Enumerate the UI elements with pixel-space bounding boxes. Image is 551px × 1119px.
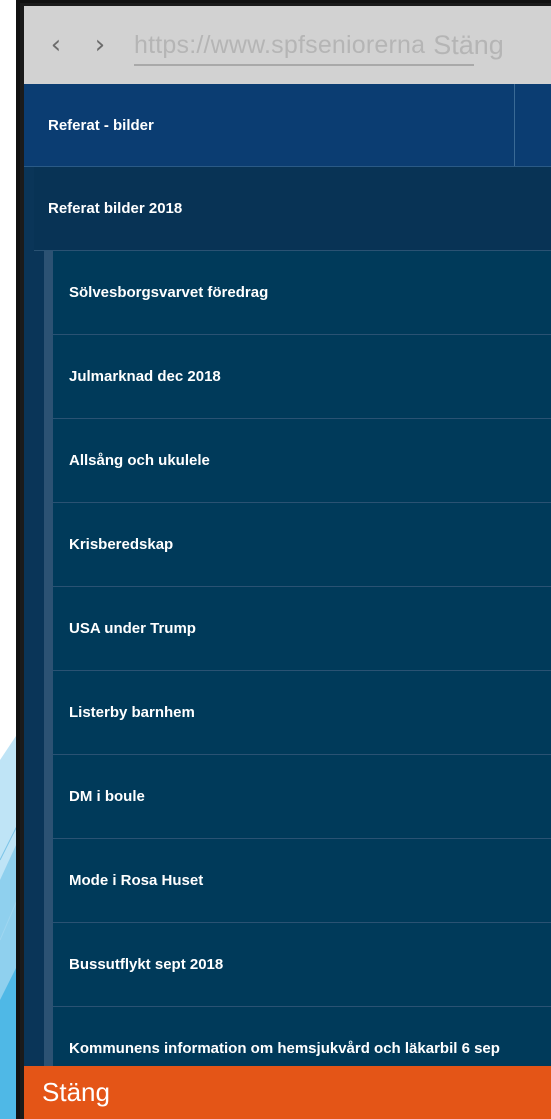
menu-item-label: Referat - bilder <box>48 116 154 134</box>
list-item-label: Mode i Rosa Huset <box>69 872 204 889</box>
navigation-menu: Referat - bilder Referat bilder 2018 Söl… <box>24 84 551 1066</box>
list-item[interactable]: Krisberedskap <box>53 503 551 587</box>
list-item-label: Sölvesborgsvarvet föredrag <box>69 284 269 301</box>
list-item[interactable]: Listerby barnhem <box>53 671 551 755</box>
list-item-label: Julmarknad dec 2018 <box>69 368 221 385</box>
list-item-label: Allsång och ukulele <box>69 452 210 469</box>
section-label: Referat bilder 2018 <box>48 200 183 217</box>
list-item[interactable]: Julmarknad dec 2018 <box>53 335 551 419</box>
chevron-right-icon[interactable]: › <box>84 30 116 60</box>
list-item[interactable]: Allsång och ukulele <box>53 419 551 503</box>
list-item[interactable]: Kommunens information om hemsjukvård och… <box>53 1007 551 1066</box>
browser-close-button[interactable]: Stäng <box>433 30 504 61</box>
url-field[interactable]: https://www.spfseniorerna <box>134 6 474 84</box>
chevron-left-icon[interactable]: ‹ <box>40 30 72 60</box>
url-underline <box>134 64 474 66</box>
menu-item-referat-bilder[interactable]: Referat - bilder <box>24 84 551 167</box>
menu-divider <box>514 84 515 166</box>
list-item-label: Krisberedskap <box>69 536 174 553</box>
list-item-label: Kommunens information om hemsjukvård och… <box>69 1040 500 1057</box>
list-item-label: Listerby barnhem <box>69 704 195 721</box>
list-item[interactable]: DM i boule <box>53 755 551 839</box>
list-item[interactable]: Bussutflykt sept 2018 <box>53 923 551 1007</box>
close-button-label: Stäng <box>42 1077 110 1107</box>
submenu-list: Sölvesborgsvarvet föredrag Julmarknad de… <box>44 251 551 1066</box>
menu-item-section[interactable]: Referat bilder 2018 <box>34 167 551 251</box>
list-item[interactable]: Sölvesborgsvarvet föredrag <box>53 251 551 335</box>
submenu-container: Referat bilder 2018 Sölvesborgsvarvet fö… <box>34 167 551 1066</box>
list-item[interactable]: USA under Trump <box>53 587 551 671</box>
list-item-label: Bussutflykt sept 2018 <box>69 956 224 973</box>
list-item-label: USA under Trump <box>69 620 196 637</box>
phone-screenshot: ‹ › https://www.spfseniorerna Stäng Refe… <box>16 0 551 1119</box>
close-menu-button[interactable]: Stäng <box>24 1066 551 1119</box>
list-item[interactable]: Mode i Rosa Huset <box>53 839 551 923</box>
browser-address-bar: ‹ › https://www.spfseniorerna Stäng <box>24 6 551 84</box>
list-item-label: DM i boule <box>69 788 145 805</box>
url-text[interactable]: https://www.spfseniorerna <box>134 31 425 60</box>
